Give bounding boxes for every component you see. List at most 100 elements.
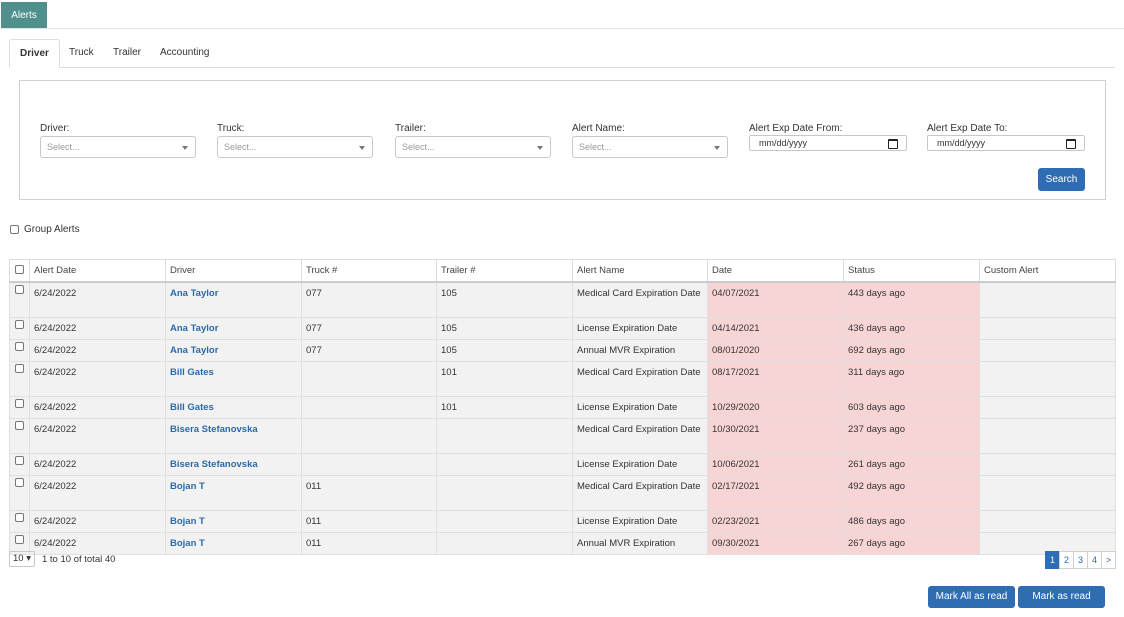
truck-cell: 011 [301,510,437,533]
tab-driver[interactable]: Driver [9,39,60,68]
table-row[interactable]: 6/24/2022 Bill Gates 101 Medical Card Ex… [9,361,1116,397]
calendar-icon[interactable] [1066,139,1076,149]
column-header[interactable]: Trailer # [436,259,573,283]
alert-name-cell: Medical Card Expiration Date [572,361,708,397]
page-3-button[interactable]: 3 [1073,551,1088,569]
table-row[interactable]: 6/24/2022 Bojan T 011 Medical Card Expir… [9,475,1116,511]
status-cell: 443 days ago [843,281,980,318]
alert-name-select[interactable]: Select... [572,136,728,158]
row-checkbox[interactable] [15,285,24,294]
alert-name-cell: Medical Card Expiration Date [572,281,708,318]
row-select-cell [9,339,30,362]
trailer-select[interactable]: Select... [395,136,551,158]
row-checkbox[interactable] [15,364,24,373]
driver-link[interactable]: Bojan T [165,510,302,533]
alerts-tab[interactable]: Alerts [1,2,47,28]
tab-truck[interactable]: Truck [59,39,104,66]
trailer-cell: 105 [436,339,573,362]
driver-link[interactable]: Ana Taylor [165,317,302,340]
table-row[interactable]: 6/24/2022 Bill Gates 101 License Expirat… [9,396,1116,419]
filter-panel: Driver: Select... Truck: Select... Trail… [19,80,1106,200]
alert-name-select-placeholder: Select... [579,142,612,152]
table-row[interactable]: 6/24/2022 Ana Taylor 077 105 Medical Car… [9,281,1116,318]
truck-filter-label: Truck: [217,123,245,134]
next-page-button[interactable]: > [1101,551,1116,569]
row-select-cell [9,510,30,533]
date-cell: 04/14/2021 [707,317,844,340]
custom-alert-cell [979,396,1116,419]
driver-link[interactable]: Bisera Stefanovska [165,453,302,476]
table-row[interactable]: 6/24/2022 Bisera Stefanovska Medical Car… [9,418,1116,454]
date-cell: 08/01/2020 [707,339,844,362]
row-checkbox[interactable] [15,513,24,522]
truck-select[interactable]: Select... [217,136,373,158]
alert-name-cell: Annual MVR Expiration [572,532,708,555]
table-row[interactable]: 6/24/2022 Bisera Stefanovska License Exp… [9,453,1116,476]
custom-alert-cell [979,453,1116,476]
driver-link[interactable]: Ana Taylor [165,281,302,318]
alert-date-cell: 6/24/2022 [29,361,166,397]
calendar-icon[interactable] [888,139,898,149]
search-button[interactable]: Search [1038,168,1085,191]
tab-trailer[interactable]: Trailer [103,39,151,66]
trailer-cell: 101 [436,396,573,419]
column-header[interactable]: Date [707,259,844,283]
column-header[interactable]: Driver [165,259,302,283]
row-select-cell [9,361,30,397]
driver-link[interactable]: Ana Taylor [165,339,302,362]
caret-down-icon: ▾ [26,553,31,564]
exp-from-date-input[interactable]: mm/dd/yyyy [749,135,907,151]
page-size-select[interactable]: 10 ▾ [9,551,35,567]
alert-name-cell: Annual MVR Expiration [572,339,708,362]
custom-alert-cell [979,339,1116,362]
page-4-button[interactable]: 4 [1087,551,1102,569]
driver-filter-label: Driver: [40,123,70,134]
exp-to-date-input[interactable]: mm/dd/yyyy [927,135,1085,151]
row-checkbox[interactable] [15,478,24,487]
driver-link[interactable]: Bill Gates [165,361,302,397]
row-checkbox[interactable] [15,535,24,544]
page-2-button[interactable]: 2 [1059,551,1074,569]
row-checkbox[interactable] [15,456,24,465]
pagination: 1 2 3 4 > [1045,551,1116,569]
table-row[interactable]: 6/24/2022 Ana Taylor 077 105 Annual MVR … [9,339,1116,362]
table-row[interactable]: 6/24/2022 Ana Taylor 077 105 License Exp… [9,317,1116,340]
column-header[interactable]: Alert Date [29,259,166,283]
date-cell: 08/17/2021 [707,361,844,397]
row-checkbox[interactable] [15,342,24,351]
row-checkbox[interactable] [15,399,24,408]
tab-accounting[interactable]: Accounting [150,39,219,66]
mark-read-button[interactable]: Mark as read [1018,586,1105,608]
driver-select[interactable]: Select... [40,136,196,158]
column-header[interactable]: Status [843,259,980,283]
truck-cell: 077 [301,317,437,340]
date-cell: 10/30/2021 [707,418,844,454]
mark-all-read-button[interactable]: Mark All as read [928,586,1015,608]
table-row[interactable]: 6/24/2022 Bojan T 011 License Expiration… [9,510,1116,533]
column-header[interactable]: Truck # [301,259,437,283]
group-alerts-checkbox[interactable] [10,225,19,234]
select-all-checkbox[interactable] [15,264,24,274]
alert-name-filter-label: Alert Name: [572,123,625,134]
page-size-value: 10 [13,553,24,564]
divider [0,28,1124,29]
driver-link[interactable]: Bill Gates [165,396,302,419]
row-checkbox[interactable] [15,421,24,430]
column-header[interactable]: Alert Name [572,259,708,283]
group-alerts-label: Group Alerts [24,224,80,235]
date-cell: 10/06/2021 [707,453,844,476]
table-row[interactable]: 6/24/2022 Bojan T 011 Annual MVR Expirat… [9,532,1116,555]
alert-name-cell: License Expiration Date [572,396,708,419]
page-1-button[interactable]: 1 [1045,551,1060,569]
custom-alert-cell [979,281,1116,318]
driver-link[interactable]: Bisera Stefanovska [165,418,302,454]
select-all-cell [9,259,30,283]
driver-link[interactable]: Bojan T [165,475,302,511]
status-cell: 492 days ago [843,475,980,511]
column-header[interactable]: Custom Alert [979,259,1116,283]
driver-link[interactable]: Bojan T [165,532,302,555]
subtab-bar: Driver Truck Trailer Accounting [9,39,1115,68]
alert-date-cell: 6/24/2022 [29,339,166,362]
row-checkbox[interactable] [15,320,24,329]
trailer-select-placeholder: Select... [402,142,435,152]
